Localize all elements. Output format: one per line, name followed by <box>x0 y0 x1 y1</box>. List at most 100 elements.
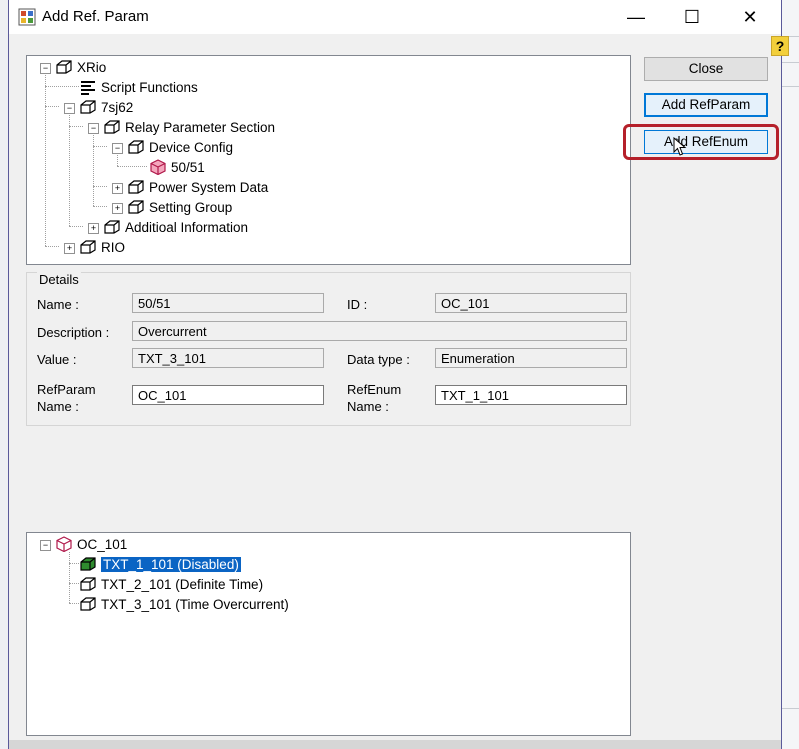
refparam-label-line2: Name : <box>37 399 79 414</box>
enum-block-green-icon <box>80 557 96 571</box>
tree-node-label: Additioal Information <box>125 219 249 235</box>
tree-node-label: OC_101 <box>77 536 128 552</box>
tree-node-label: Relay Parameter Section <box>125 119 276 135</box>
tree-expander[interactable]: + <box>88 223 99 234</box>
add-ref-param-dialog: Add Ref. Param — ☐ ✕ ? − XRio Script Fun… <box>8 0 789 749</box>
background-divider <box>779 62 799 63</box>
title-bar: Add Ref. Param — ☐ ✕ <box>9 0 781 34</box>
enum-item-label: TXT_3_101 (Time Overcurrent) <box>101 596 289 612</box>
tree-expander[interactable]: + <box>64 243 75 254</box>
data-type-label: Data type : <box>347 352 410 367</box>
enum-item[interactable]: TXT_3_101 (Time Overcurrent) <box>79 595 289 613</box>
parameter-tree[interactable]: − XRio Script Functions − 7sj62 − Relay … <box>26 55 631 265</box>
block-icon <box>104 220 120 234</box>
tree-expander[interactable]: − <box>112 143 123 154</box>
tree-expander[interactable]: − <box>40 540 51 551</box>
tree-connector <box>117 153 118 166</box>
script-lines-icon <box>81 81 95 95</box>
block-icon <box>80 100 96 114</box>
tree-expander[interactable]: − <box>88 123 99 134</box>
tree-node-label: Script Functions <box>101 79 198 95</box>
refenum-label: RefEnum <box>347 382 402 397</box>
tree-connector <box>45 86 79 87</box>
name-label: Name : <box>37 297 79 312</box>
refparam-name-input[interactable]: OC_101 <box>132 385 324 405</box>
data-type-field: Enumeration <box>435 348 627 368</box>
tree-node-label: RIO <box>101 239 126 255</box>
tree-connector <box>93 133 94 206</box>
tree-node-50-51[interactable]: 50/51 <box>149 158 205 176</box>
tree-node-power-system-data[interactable]: Power System Data <box>127 178 268 196</box>
tree-node-rio[interactable]: RIO <box>79 238 125 256</box>
parameter-cube-icon <box>150 159 166 175</box>
app-icon <box>18 8 36 26</box>
tree-node-label: Setting Group <box>149 199 233 215</box>
tree-connector <box>69 226 83 227</box>
refenum-name-input[interactable]: TXT_1_101 <box>435 385 627 405</box>
tree-node-setting-group[interactable]: Setting Group <box>127 198 232 216</box>
tree-node-7sj62[interactable]: 7sj62 <box>79 98 133 116</box>
tree-node-relay-parameter-section[interactable]: Relay Parameter Section <box>103 118 275 136</box>
tree-connector <box>117 166 147 167</box>
enum-item-label: TXT_1_101 (Disabled) <box>100 555 242 573</box>
window-bottom-edge <box>9 740 781 749</box>
tree-node-oc-101[interactable]: OC_101 <box>55 535 127 553</box>
tree-connector <box>69 113 70 226</box>
value-label: Value : <box>37 352 77 367</box>
window-title: Add Ref. Param <box>42 8 149 25</box>
block-icon <box>104 120 120 134</box>
enum-block-icon <box>80 577 96 591</box>
background-left-strip <box>0 0 8 749</box>
block-icon <box>56 60 72 74</box>
tree-expander[interactable]: − <box>40 63 51 74</box>
enum-tree[interactable]: − OC_101 TXT_1_101 (Disabled) TXT_2_101 … <box>26 532 631 736</box>
tree-node-label: Device Config <box>149 139 234 155</box>
tree-node-device-config[interactable]: Device Config <box>127 138 233 156</box>
enum-item[interactable]: TXT_2_101 (Definite Time) <box>79 575 263 593</box>
tree-expander[interactable]: + <box>112 203 123 214</box>
tree-connector <box>69 603 79 604</box>
tree-connector <box>69 583 79 584</box>
tree-node-xrio[interactable]: XRio <box>55 58 106 76</box>
tree-connector <box>69 126 83 127</box>
add-refparam-button[interactable]: Add RefParam <box>644 93 768 117</box>
background-divider <box>779 86 799 87</box>
block-icon <box>128 140 144 154</box>
parameter-cube-outline-icon <box>56 536 72 552</box>
enum-block-icon <box>80 597 96 611</box>
tree-connector <box>69 552 70 603</box>
tree-node-script-functions[interactable]: Script Functions <box>79 78 198 96</box>
name-field: 50/51 <box>132 293 324 313</box>
tree-node-label: 50/51 <box>171 159 205 175</box>
minimize-button[interactable]: — <box>613 0 659 34</box>
enum-item-selected[interactable]: TXT_1_101 (Disabled) <box>79 555 242 573</box>
tree-node-additioal-information[interactable]: Additioal Information <box>103 218 248 236</box>
refparam-label: RefParam <box>37 382 96 397</box>
block-icon <box>80 240 96 254</box>
enum-item-label: TXT_2_101 (Definite Time) <box>101 576 264 592</box>
tree-node-label: XRio <box>77 59 107 75</box>
tree-connector <box>45 246 59 247</box>
tree-connector <box>93 146 107 147</box>
highlight-annotation <box>623 124 779 160</box>
block-icon <box>128 180 144 194</box>
details-legend: Details <box>37 272 81 287</box>
tree-connector <box>69 563 79 564</box>
tree-expander[interactable]: − <box>64 103 75 114</box>
tree-expander[interactable]: + <box>112 183 123 194</box>
value-field: TXT_3_101 <box>132 348 324 368</box>
id-field: OC_101 <box>435 293 627 313</box>
description-field: Overcurrent <box>132 321 627 341</box>
close-window-button[interactable]: ✕ <box>727 0 773 34</box>
tree-connector <box>93 206 107 207</box>
background-divider <box>779 708 799 709</box>
block-icon <box>128 200 144 214</box>
tree-node-label: 7sj62 <box>101 99 134 115</box>
close-button[interactable]: Close <box>644 57 768 81</box>
tree-connector <box>45 106 59 107</box>
description-label: Description : <box>37 325 110 340</box>
help-icon[interactable]: ? <box>771 36 789 56</box>
id-label: ID : <box>347 297 368 312</box>
maximize-button[interactable]: ☐ <box>669 0 715 34</box>
mouse-cursor-icon <box>673 137 687 156</box>
